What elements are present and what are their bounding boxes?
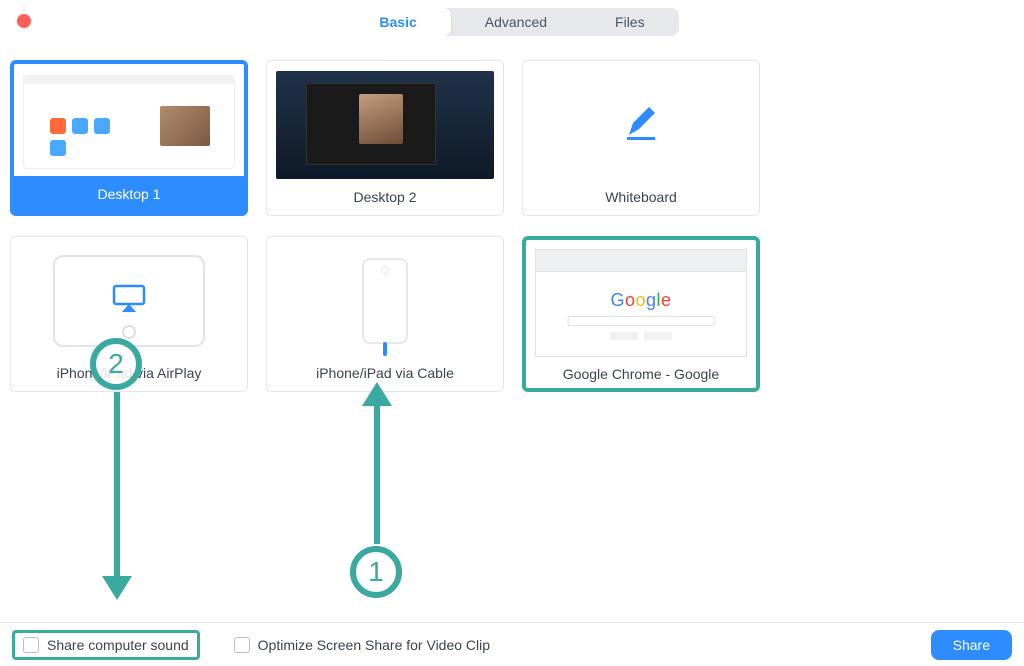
pencil-icon	[621, 103, 661, 148]
source-desktop-1[interactable]: Desktop 1	[10, 60, 248, 216]
source-label: Whiteboard	[605, 181, 677, 215]
tab-basic[interactable]: Basic	[345, 8, 451, 36]
tab-advanced[interactable]: Advanced	[451, 8, 581, 36]
desktop-1-thumbnail	[14, 68, 244, 176]
source-desktop-2[interactable]: Desktop 2	[266, 60, 504, 216]
airplay-thumbnail	[11, 245, 247, 357]
source-label: iPhone/iPad via Cable	[316, 357, 454, 391]
share-source-grid: Desktop 1 Desktop 2 Whiteboard	[0, 46, 1024, 392]
phone-cable-icon	[362, 258, 408, 344]
desktop-2-thumbnail	[267, 69, 503, 181]
footer-bar: Share computer sound Optimize Screen Sha…	[0, 622, 1024, 666]
source-chrome[interactable]: Google Google Chrome - Google	[522, 236, 760, 392]
optimize-video-checkbox[interactable]: Optimize Screen Share for Video Clip	[228, 633, 496, 657]
step-badge-1: 1	[350, 546, 402, 598]
share-sound-checkbox[interactable]: Share computer sound	[12, 630, 200, 660]
source-label: Desktop 2	[353, 181, 416, 215]
airplay-icon	[112, 284, 146, 319]
arrow-down-head-icon	[102, 576, 132, 600]
checkbox-icon	[234, 637, 250, 653]
chrome-thumbnail: Google	[526, 248, 756, 358]
source-airplay[interactable]: iPhone/iPad via AirPlay	[10, 236, 248, 392]
whiteboard-thumbnail	[621, 69, 661, 181]
tabs-segmented: Basic Advanced Files	[345, 8, 678, 36]
arrow-up-icon	[374, 404, 380, 544]
source-label: Desktop 1	[14, 176, 244, 212]
window-close-dot[interactable]	[17, 14, 31, 28]
source-label: Google Chrome - Google	[563, 358, 719, 388]
cable-thumbnail	[267, 245, 503, 357]
arrow-down-icon	[114, 392, 120, 582]
optimize-video-label: Optimize Screen Share for Video Clip	[258, 637, 490, 653]
source-whiteboard[interactable]: Whiteboard	[522, 60, 760, 216]
source-cable[interactable]: iPhone/iPad via Cable	[266, 236, 504, 392]
tab-files[interactable]: Files	[581, 8, 679, 36]
source-label: iPhone/iPad via AirPlay	[57, 357, 202, 391]
share-button[interactable]: Share	[931, 630, 1012, 660]
checkbox-icon	[23, 637, 39, 653]
tabs-container: Basic Advanced Files	[0, 0, 1024, 46]
share-sound-label: Share computer sound	[47, 637, 189, 653]
